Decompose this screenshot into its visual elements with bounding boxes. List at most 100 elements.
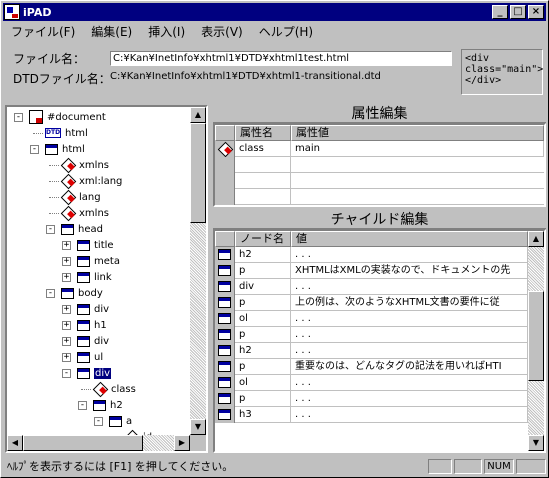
child-scroll-down-button[interactable]: ▼: [528, 435, 544, 451]
tree-node[interactable]: class: [93, 381, 136, 397]
attribute-value-header[interactable]: 属性値: [291, 125, 544, 141]
tree-node[interactable]: lang: [61, 189, 101, 205]
child-name-cell[interactable]: p: [235, 295, 291, 311]
expand-icon[interactable]: +: [62, 353, 71, 362]
child-row[interactable]: div. . .: [215, 279, 528, 295]
tree-node[interactable]: link: [77, 269, 112, 285]
minimize-button[interactable]: _: [492, 5, 508, 19]
child-value-cell[interactable]: . . .: [291, 343, 528, 359]
attribute-name-cell[interactable]: class: [235, 141, 291, 157]
child-row[interactable]: h3. . .: [215, 407, 528, 423]
empty-cell[interactable]: [235, 173, 291, 189]
child-row[interactable]: h2. . .: [215, 343, 528, 359]
tree-node[interactable]: head: [61, 221, 103, 237]
child-value-cell[interactable]: 重要なのは、どんなタグの記法を用いればHTI: [291, 359, 528, 375]
tree-node-label[interactable]: div: [94, 367, 112, 379]
child-scroll-up-button[interactable]: ▲: [528, 231, 544, 247]
attribute-empty-row[interactable]: [215, 173, 544, 189]
menu-view[interactable]: 表示(V): [193, 23, 251, 40]
tree-node-label[interactable]: div: [94, 336, 109, 347]
child-value-cell[interactable]: XHTMLはXMLの実装なので、ドキュメントの先: [291, 263, 528, 279]
document-tree[interactable]: #document - DTD html html - xmlns xml:lang lang x…: [5, 105, 208, 453]
expand-icon[interactable]: +: [62, 305, 71, 314]
tree-node-label[interactable]: lang: [79, 192, 101, 203]
child-row[interactable]: p. . .: [215, 391, 528, 407]
menu-insert[interactable]: 挿入(I): [140, 23, 193, 40]
tree-node-label[interactable]: ul: [94, 352, 103, 363]
child-value-cell[interactable]: . . .: [291, 327, 528, 343]
child-value-cell[interactable]: . . .: [291, 279, 528, 295]
collapse-icon[interactable]: -: [46, 289, 55, 298]
tree-node-label[interactable]: body: [78, 288, 103, 299]
tree-node[interactable]: h2: [93, 397, 123, 413]
tree-node[interactable]: meta: [77, 253, 120, 269]
menu-file[interactable]: ファイル(F): [3, 23, 83, 40]
tree-node[interactable]: xmlns: [61, 205, 109, 221]
tree-node-label[interactable]: meta: [94, 256, 120, 267]
tree-node-label[interactable]: xmlns: [79, 160, 109, 171]
child-row[interactable]: p 上の例は、次のようなXHTML文書の要件に従: [215, 295, 528, 311]
close-button[interactable]: ×: [528, 5, 544, 19]
child-row[interactable]: p 重要なのは、どんなタグの記法を用いればHTI: [215, 359, 528, 375]
child-name-cell[interactable]: h3: [235, 407, 291, 423]
tree-node-label[interactable]: #document: [47, 112, 106, 123]
tree-node[interactable]: xml:lang: [61, 173, 122, 189]
tree-node[interactable]: div: [77, 333, 109, 349]
tree-node-label[interactable]: h1: [94, 320, 107, 331]
child-value-header[interactable]: 値: [291, 231, 528, 247]
tree-node-label[interactable]: title: [94, 240, 114, 251]
expand-icon[interactable]: +: [62, 241, 71, 250]
expand-icon[interactable]: +: [62, 273, 71, 282]
tree-node-label[interactable]: html: [62, 144, 85, 155]
tree-node[interactable]: html: [45, 141, 85, 157]
attribute-row[interactable]: class main: [215, 141, 544, 157]
child-value-cell[interactable]: . . .: [291, 407, 528, 423]
tree-node[interactable]: xmlns: [61, 157, 109, 173]
expand-icon[interactable]: +: [62, 321, 71, 330]
child-row[interactable]: ol. . .: [215, 375, 528, 391]
tree-node-label[interactable]: h2: [110, 400, 123, 411]
attribute-empty-row[interactable]: [215, 189, 544, 205]
child-name-cell[interactable]: p: [235, 391, 291, 407]
collapse-icon[interactable]: -: [94, 417, 103, 426]
child-name-cell[interactable]: div: [235, 279, 291, 295]
collapse-icon[interactable]: -: [30, 145, 39, 154]
child-value-cell[interactable]: . . .: [291, 311, 528, 327]
child-row[interactable]: ol. . .: [215, 311, 528, 327]
empty-cell[interactable]: [235, 157, 291, 173]
collapse-icon[interactable]: -: [46, 225, 55, 234]
child-name-header[interactable]: ノード名: [235, 231, 291, 247]
expand-icon[interactable]: +: [62, 257, 71, 266]
tree-node[interactable]: DTD html: [45, 125, 88, 141]
tree-node[interactable]: #document: [29, 109, 106, 125]
tree-scroll-up-button[interactable]: ▲: [190, 107, 206, 123]
tree-node[interactable]: body: [61, 285, 103, 301]
attribute-value-cell[interactable]: main: [291, 141, 544, 157]
tree-node[interactable]: h1: [77, 317, 107, 333]
file-path-field[interactable]: C:¥Kan¥InetInfo¥xhtml1¥DTD¥xhtml1test.ht…: [110, 51, 452, 66]
tree-node-label[interactable]: html: [65, 128, 88, 139]
child-grid[interactable]: ノード名 値 h2. . . p XHTMLはXMLの実装なので、ドキュメントの先 d…: [213, 229, 546, 453]
child-name-cell[interactable]: p: [235, 327, 291, 343]
child-value-cell[interactable]: . . .: [291, 247, 528, 263]
collapse-icon[interactable]: -: [62, 369, 71, 378]
maximize-button[interactable]: □: [510, 5, 526, 19]
child-name-cell[interactable]: h2: [235, 247, 291, 263]
title-bar[interactable]: iPAD _ □ ×: [3, 3, 546, 21]
attribute-grid[interactable]: 属性名 属性値 class main: [213, 123, 546, 207]
tree-scroll-down-button[interactable]: ▼: [190, 419, 206, 435]
collapse-icon[interactable]: -: [78, 401, 87, 410]
attribute-empty-row[interactable]: [215, 157, 544, 173]
child-name-cell[interactable]: ol: [235, 375, 291, 391]
empty-cell[interactable]: [235, 189, 291, 205]
tree-node-label[interactable]: xml:lang: [79, 176, 122, 187]
child-value-cell[interactable]: . . .: [291, 391, 528, 407]
tree-scroll-right-button[interactable]: ▶: [174, 435, 190, 451]
child-name-cell[interactable]: p: [235, 263, 291, 279]
child-row[interactable]: p XHTMLはXMLの実装なので、ドキュメントの先: [215, 263, 528, 279]
tree-scroll-left-button[interactable]: ◀: [7, 435, 23, 451]
child-row[interactable]: p. . .: [215, 327, 528, 343]
tree-node[interactable]: ul: [77, 349, 103, 365]
child-value-cell[interactable]: 上の例は、次のようなXHTML文書の要件に従: [291, 295, 528, 311]
tree-node-label[interactable]: a: [126, 416, 132, 427]
